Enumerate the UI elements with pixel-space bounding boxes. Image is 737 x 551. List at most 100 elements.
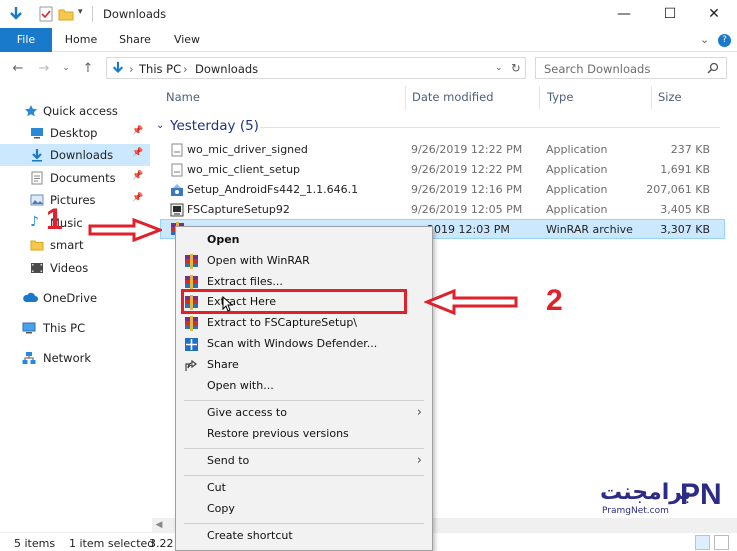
tab-file[interactable]: File	[0, 28, 52, 52]
forward-arrow-icon[interactable]: →	[36, 60, 52, 76]
up-arrow-icon[interactable]: ↑	[80, 60, 96, 76]
sidebar-item-videos[interactable]: Videos	[0, 257, 150, 279]
group-header[interactable]: Yesterday (5)	[170, 118, 259, 134]
search-icon[interactable]	[707, 62, 719, 74]
file-size: 207,061 KB	[646, 183, 710, 196]
tab-view[interactable]: View	[166, 28, 208, 52]
item-count: 5 items	[14, 537, 56, 550]
sidebar-item-network[interactable]: Network	[0, 347, 150, 369]
quick-access-dropdown-icon[interactable]: ▾	[78, 7, 83, 17]
back-arrow-icon[interactable]: ←	[10, 60, 26, 76]
download-arrow-icon[interactable]	[8, 6, 24, 22]
menu-item-extract-to-folder[interactable]: Extract to FSCaptureSetup\	[176, 313, 432, 334]
ribbon: File Home Share View ⌄ ?	[0, 28, 737, 52]
menu-item-restore-versions[interactable]: Restore previous versions	[176, 424, 432, 445]
watermark-arabic-text: برامجنت	[600, 480, 692, 505]
annotation-arrow-right-icon	[88, 218, 162, 242]
music-icon: ♪	[30, 214, 39, 230]
sidebar-item-documents[interactable]: Documents 📌	[0, 167, 150, 189]
column-separator[interactable]	[651, 86, 652, 110]
documents-icon	[31, 171, 43, 185]
column-header-name[interactable]: Name	[166, 90, 200, 104]
table-row[interactable]: wo_mic_client_setup 9/26/2019 12:22 PM A…	[160, 160, 725, 180]
sidebar-item-label: smart	[50, 238, 84, 252]
annotation-number-1: 1	[46, 203, 63, 236]
menu-item-send-to[interactable]: Send to ›	[176, 451, 432, 472]
recent-locations-icon[interactable]: ⌄	[58, 60, 74, 76]
breadcrumb-this-pc[interactable]: This PC	[139, 62, 181, 76]
column-separator[interactable]	[539, 86, 540, 110]
title-separator	[92, 6, 93, 22]
menu-item-create-shortcut[interactable]: Create shortcut	[176, 526, 432, 547]
sidebar-item-onedrive[interactable]: OneDrive	[0, 287, 150, 309]
search-box[interactable]: Search Downloads	[535, 57, 727, 79]
address-separator: ›	[183, 62, 188, 76]
file-size: 1,691 KB	[660, 163, 710, 176]
minimize-button[interactable]: —	[601, 0, 647, 28]
menu-item-label: Extract to FSCaptureSetup\	[207, 316, 358, 329]
installer-icon	[171, 184, 183, 196]
menu-item-open-with-winrar[interactable]: Open with WinRAR	[176, 251, 432, 272]
help-icon[interactable]: ?	[718, 34, 731, 47]
menu-item-share[interactable]: Share	[176, 355, 432, 376]
breadcrumb-downloads[interactable]: Downloads	[195, 62, 258, 76]
large-icons-view-icon[interactable]	[714, 535, 729, 550]
menu-item-open-with[interactable]: Open with...	[176, 376, 432, 397]
menu-item-label: Copy	[207, 502, 235, 515]
pin-icon[interactable]: 📌	[132, 126, 143, 136]
refresh-icon[interactable]: ↻	[511, 61, 521, 75]
menu-item-label: Open with...	[207, 379, 274, 392]
table-row[interactable]: FSCaptureSetup92 9/26/2019 12:05 PM Appl…	[160, 200, 725, 220]
download-icon	[32, 149, 42, 162]
properties-checklist-icon[interactable]	[38, 6, 54, 22]
group-collapse-icon[interactable]: ⌄	[156, 120, 164, 131]
file-name: Setup_AndroidFs442_1.1.646.1	[187, 183, 359, 196]
sidebar-item-desktop[interactable]: Desktop 📌	[0, 122, 150, 144]
sidebar-item-this-pc[interactable]: This PC	[0, 317, 150, 339]
menu-item-label: Open	[207, 233, 240, 246]
menu-item-copy[interactable]: Copy	[176, 499, 432, 520]
tab-home[interactable]: Home	[58, 28, 104, 52]
sidebar-item-downloads[interactable]: Downloads 📌	[0, 144, 150, 166]
menu-separator	[184, 475, 424, 476]
new-folder-icon[interactable]	[58, 6, 74, 22]
window-title: Downloads	[103, 7, 167, 21]
menu-item-scan-defender[interactable]: Scan with Windows Defender...	[176, 334, 432, 355]
sidebar-item-label: Downloads	[50, 148, 114, 162]
menu-item-give-access[interactable]: Give access to ›	[176, 403, 432, 424]
address-bar[interactable]: › This PC › Downloads ⌄ ↻	[106, 57, 526, 79]
ribbon-expand-icon[interactable]: ⌄	[700, 33, 709, 46]
table-row[interactable]: Setup_AndroidFs442_1.1.646.1 9/26/2019 1…	[160, 180, 725, 200]
file-name: FSCaptureSetup92	[187, 203, 290, 216]
column-header-size[interactable]: Size	[658, 90, 682, 104]
sidebar-item-pictures[interactable]: Pictures 📌	[0, 189, 150, 211]
address-dropdown-icon[interactable]: ⌄	[495, 63, 503, 73]
watermark-pn-logo: PN	[680, 478, 722, 511]
menu-item-label: Cut	[207, 481, 226, 494]
menu-item-cut[interactable]: Cut	[176, 478, 432, 499]
column-header-type[interactable]: Type	[547, 90, 573, 104]
column-header-date[interactable]: Date modified	[412, 90, 494, 104]
search-input[interactable]: Search Downloads	[544, 62, 650, 76]
table-row[interactable]: wo_mic_driver_signed 9/26/2019 12:22 PM …	[160, 140, 725, 160]
pin-icon[interactable]: 📌	[132, 148, 143, 158]
close-button[interactable]: ✕	[691, 0, 737, 28]
menu-item-open[interactable]: Open	[176, 230, 432, 251]
annotation-number-2: 2	[546, 284, 563, 317]
menu-item-label: Open with WinRAR	[207, 254, 310, 267]
maximize-button[interactable]: ☐	[647, 0, 693, 28]
column-separator[interactable]	[405, 86, 406, 110]
sidebar-item-label: Desktop	[50, 126, 98, 140]
videos-icon	[31, 263, 43, 273]
pin-icon[interactable]: 📌	[132, 193, 143, 203]
sidebar-item-quick-access[interactable]: Quick access	[0, 100, 150, 122]
details-view-icon[interactable]	[695, 535, 710, 550]
winrar-icon	[184, 254, 199, 269]
scroll-left-icon[interactable]: ◀	[152, 518, 166, 532]
winrar-icon	[184, 275, 199, 290]
menu-item-label: Restore previous versions	[207, 427, 349, 440]
tab-share[interactable]: Share	[112, 28, 158, 52]
winrar-icon	[184, 316, 199, 331]
sidebar-item-label: Network	[43, 351, 92, 365]
pin-icon[interactable]: 📌	[132, 171, 143, 181]
